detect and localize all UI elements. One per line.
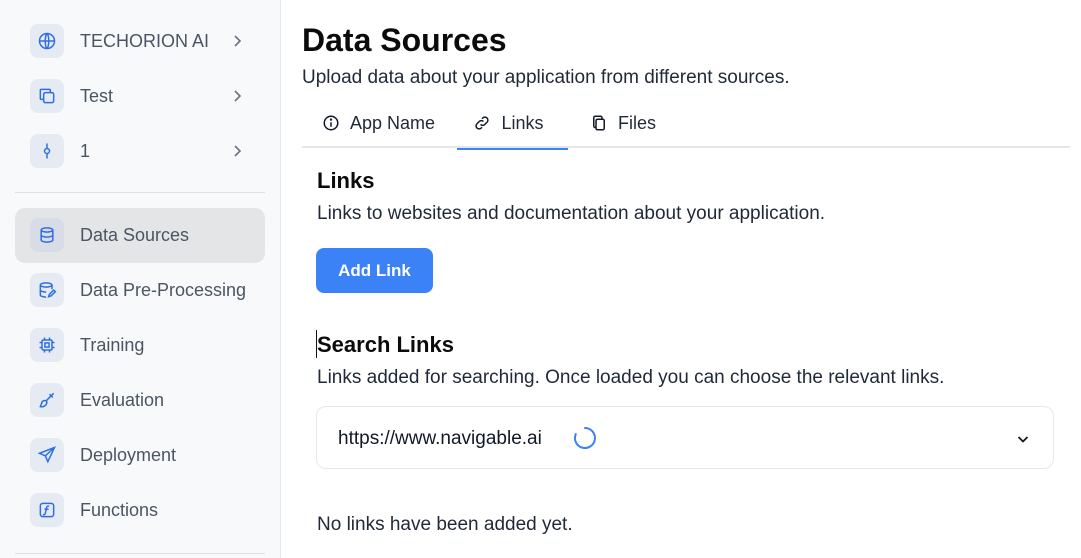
tab-files[interactable]: Files [590, 98, 656, 148]
search-links-select[interactable]: https://www.navigable.ai [316, 406, 1054, 469]
sidebar-divider [15, 192, 265, 193]
context-item-organization[interactable]: TECHORION AI [15, 14, 265, 69]
chevron-right-icon [234, 90, 242, 102]
main-content: Data Sources Upload data about your appl… [302, 0, 1072, 558]
search-links-section-description: Links added for searching. Once loaded y… [317, 367, 945, 388]
page-subtitle: Upload data about your application from … [302, 67, 790, 88]
sidebar-item-training[interactable]: Training [15, 318, 265, 373]
cpu-icon [30, 328, 64, 362]
links-section-description: Links to websites and documentation abou… [317, 203, 826, 224]
commit-icon [30, 134, 64, 168]
sidebar-item-label: Evaluation [80, 390, 165, 410]
sidebar-item-deployment[interactable]: Deployment [15, 428, 265, 483]
tab-bar: App Name Links Files [302, 98, 1070, 150]
context-item-label: 1 [80, 141, 91, 161]
copy-icon [30, 79, 64, 113]
chevron-right-icon [234, 35, 242, 47]
sidebar-item-functions[interactable]: Functions [15, 483, 265, 538]
database-edit-icon [30, 273, 64, 307]
database-icon [30, 218, 64, 252]
add-link-button[interactable]: Add Link [316, 248, 433, 293]
select-value: https://www.navigable.ai [338, 427, 542, 449]
tab-app-name[interactable]: App Name [322, 98, 435, 148]
sidebar-divider [15, 553, 265, 554]
sidebar-item-evaluation[interactable]: Evaluation [15, 373, 265, 428]
chevron-right-icon [234, 145, 242, 157]
files-icon [593, 115, 605, 131]
tab-label: Links [501, 112, 544, 133]
sidebar-item-label: Data Sources [80, 225, 190, 245]
context-item-project[interactable]: Test [15, 69, 265, 124]
globe-icon [30, 24, 64, 58]
sidebar-item-data-sources[interactable]: Data Sources [15, 208, 265, 263]
tab-label: Files [618, 112, 657, 133]
empty-links-message: No links have been added yet. [317, 514, 573, 535]
tab-links[interactable]: Links [457, 98, 568, 150]
sidebar-item-label: Deployment [80, 445, 177, 465]
info-icon [323, 115, 339, 131]
sidebar-item-data-pre-processing[interactable]: Data Pre-Processing [15, 263, 265, 318]
sidebar-item-label: Training [80, 335, 145, 355]
context-item-label: TECHORION AI [80, 31, 210, 51]
context-item-version[interactable]: 1 [15, 124, 265, 179]
search-links-section-title: Search Links [317, 332, 454, 357]
link-icon [475, 116, 490, 130]
brush-icon [30, 383, 64, 417]
loading-spinner-icon [574, 427, 596, 449]
links-section-title: Links [317, 168, 375, 193]
page-title: Data Sources [302, 22, 507, 58]
chevron-down-icon[interactable] [1015, 431, 1031, 447]
sidebar-item-label: Functions [80, 500, 159, 520]
function-icon [30, 493, 64, 527]
send-icon [30, 438, 64, 472]
sidebar-item-label: Data Pre-Processing [80, 280, 247, 300]
sidebar: TECHORION AI Test 1 Data Sources Data Pr… [0, 0, 281, 558]
tab-label: App Name [350, 112, 436, 133]
context-item-label: Test [80, 86, 114, 106]
